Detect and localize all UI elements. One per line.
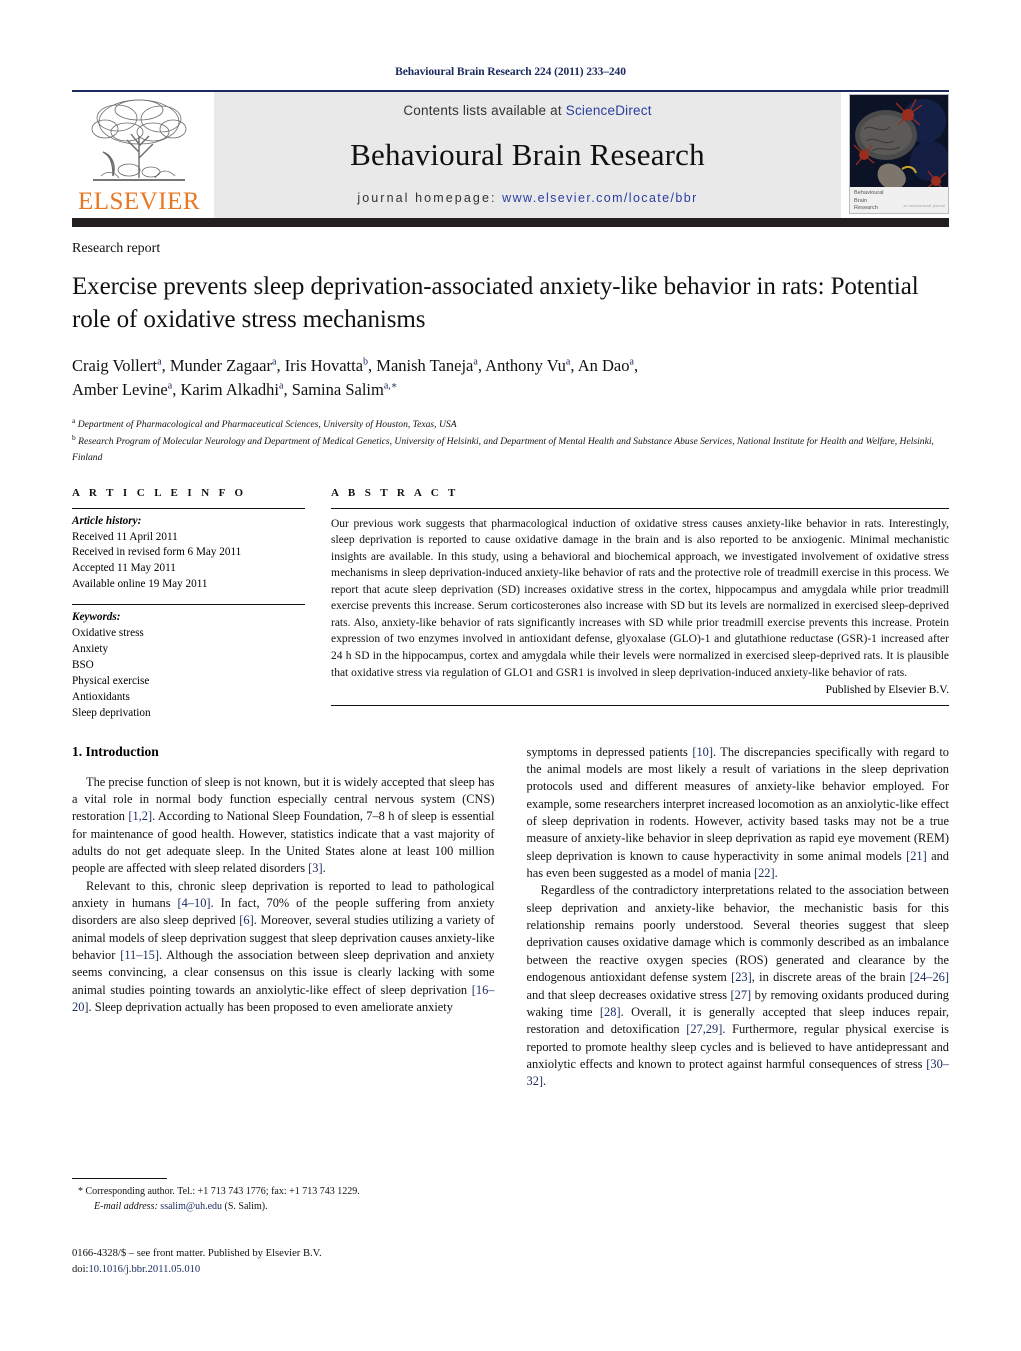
paragraph: Regardless of the contradictory interpre…: [526, 883, 950, 1089]
page-title: Exercise prevents sleep deprivation-asso…: [72, 273, 919, 333]
keywords-label: Keywords:: [72, 611, 121, 624]
body-column-left: 1. Introduction The precise function of …: [72, 744, 495, 1091]
cover-subtitle: an international journal: [903, 204, 945, 209]
paragraph: symptoms in depressed patients [10]. The…: [526, 744, 950, 881]
article-info-heading: A R T I C L E I N F O: [72, 486, 247, 499]
journal-banner: Contents lists available at ScienceDirec…: [214, 92, 841, 218]
paragraph: Relevant to this, chronic sleep deprivat…: [72, 878, 495, 1015]
keyword-item: Anxiety: [72, 643, 109, 655]
journal-cover-thumbnail: Behavioural Brain Research an internatio…: [849, 92, 949, 218]
citation-ref[interactable]: [27,29]: [686, 1022, 722, 1036]
contents-line: Contents lists available at ScienceDirec…: [403, 103, 651, 118]
doi-label: doi:: [72, 1263, 89, 1275]
doi-line: doi:10.1016/j.bbr.2011.05.010: [72, 1262, 492, 1278]
citation-ref[interactable]: [28]: [600, 1005, 621, 1019]
email-line: E-mail address: ssalim@uh.edu (S. Salim)…: [72, 1200, 485, 1215]
journal-article-page: Behavioural Brain Research 224 (2011) 23…: [0, 0, 1021, 1351]
journal-masthead: ELSEVIER Contents lists available at Sci…: [72, 90, 949, 218]
info-abstract-row: A R T I C L E I N F O Article history: R…: [72, 487, 949, 722]
keyword-item: Antioxidants: [72, 690, 130, 703]
title-block: Research report Exercise prevents sleep …: [72, 227, 949, 465]
issn-front-matter: 0166-4328/$ – see front matter. Publishe…: [72, 1248, 322, 1259]
affiliation-a: a Department of Pharmacological and Phar…: [72, 415, 457, 430]
citation-ref[interactable]: [6]: [239, 913, 253, 927]
contents-prefix: Contents lists available at: [403, 103, 566, 118]
running-head: Behavioural Brain Research 224 (2011) 23…: [395, 66, 626, 78]
journal-cover-image: Behavioural Brain Research an internatio…: [849, 94, 949, 214]
affiliation-b: b Research Program of Molecular Neurolog…: [72, 433, 934, 463]
elsevier-logo: ELSEVIER: [72, 92, 206, 218]
keyword-item: BSO: [72, 658, 94, 671]
keyword-item: Sleep deprivation: [72, 706, 151, 719]
masthead-dark-rule: [72, 218, 949, 227]
email-suffix: (S. Salim).: [224, 1200, 268, 1212]
keyword-item: Physical exercise: [72, 674, 150, 687]
citation-ref[interactable]: [27]: [731, 988, 752, 1002]
citation-ref[interactable]: [4–10]: [178, 896, 211, 910]
doi-link[interactable]: 10.1016/j.bbr.2011.05.010: [88, 1264, 200, 1275]
citation-ref[interactable]: [24–26]: [910, 970, 949, 984]
citation-ref[interactable]: [16–20]: [72, 983, 495, 1014]
corresponding-author-line: * Corresponding author. Tel.: +1 713 743…: [78, 1186, 360, 1197]
email-link[interactable]: ssalim@uh.edu: [160, 1201, 222, 1212]
citation-ref[interactable]: [21]: [906, 849, 927, 863]
citation-ref[interactable]: [11–15]: [120, 948, 159, 962]
journal-homepage-line: journal homepage: www.elsevier.com/locat…: [357, 191, 697, 205]
abstract-heading: A B S T R A C T: [331, 486, 459, 499]
footnote-block: * Corresponding author. Tel.: +1 713 743…: [72, 1178, 485, 1214]
corresponding-author-note: * Corresponding author. Tel.: +1 713 743…: [72, 1185, 485, 1214]
abstract-publisher-note: Published by Elsevier B.V.: [825, 684, 949, 697]
homepage-url-link[interactable]: www.elsevier.com/locate/bbr: [502, 191, 698, 205]
article-type: Research report: [72, 241, 161, 256]
imprint-block: 0166-4328/$ – see front matter. Publishe…: [72, 1246, 492, 1278]
history-item: Received 11 April 2011: [72, 530, 178, 543]
journal-title: Behavioural Brain Research: [350, 136, 705, 172]
cover-line-1: Behavioural: [854, 190, 884, 196]
citation-ref[interactable]: [1,2]: [128, 809, 152, 823]
affiliation-a-text: Department of Pharmacological and Pharma…: [77, 419, 457, 430]
abstract-column: A B S T R A C T Our previous work sugges…: [331, 487, 949, 722]
article-body: 1. Introduction The precise function of …: [72, 744, 949, 1091]
body-column-right: symptoms in depressed patients [10]. The…: [527, 744, 950, 1091]
article-history: Article history: Received 11 April 2011 …: [72, 509, 305, 594]
abstract-rule-bottom: [331, 705, 949, 707]
keywords-block: Keywords: Oxidative stress Anxiety BSO P…: [72, 605, 305, 721]
citation-ref[interactable]: [22]: [754, 866, 775, 880]
abstract-text: Our previous work suggests that pharmaco…: [331, 517, 949, 679]
elsevier-tree-icon: [91, 99, 187, 181]
author-list: Craig Vollerta, Munder Zagaara, Iris Hov…: [72, 354, 949, 403]
cover-journal-name: Behavioural Brain Research an internatio…: [850, 187, 948, 213]
article-history-label: Article history:: [72, 514, 142, 527]
footnote-rule: [72, 1178, 167, 1179]
sciencedirect-link[interactable]: ScienceDirect: [566, 103, 652, 118]
citation-ref[interactable]: [3]: [308, 861, 322, 875]
citation-ref[interactable]: [10]: [692, 745, 713, 759]
citation-ref[interactable]: [30–32]: [527, 1057, 950, 1088]
keyword-item: Oxidative stress: [72, 627, 144, 640]
affiliations: a Department of Pharmacological and Phar…: [72, 415, 949, 465]
history-item: Accepted 11 May 2011: [72, 562, 176, 575]
history-item: Received in revised form 6 May 2011: [72, 546, 242, 559]
homepage-prefix: journal homepage:: [357, 191, 503, 205]
article-info-column: A R T I C L E I N F O Article history: R…: [72, 487, 305, 722]
email-label: E-mail address:: [94, 1200, 158, 1212]
elsevier-wordmark: ELSEVIER: [77, 188, 201, 215]
citation-ref[interactable]: [23]: [731, 970, 752, 984]
paragraph: The precise function of sleep is not kno…: [72, 774, 495, 876]
author-line-1: Craig Vollerta, Munder Zagaara, Iris Hov…: [72, 356, 639, 375]
history-item: Available online 19 May 2011: [72, 578, 208, 591]
section-heading-introduction: 1. Introduction: [72, 743, 159, 759]
author-line-2: Amber Levinea, Karim Alkadhia, Samina Sa…: [72, 380, 398, 400]
affiliation-b-text: Research Program of Molecular Neurology …: [72, 436, 934, 463]
